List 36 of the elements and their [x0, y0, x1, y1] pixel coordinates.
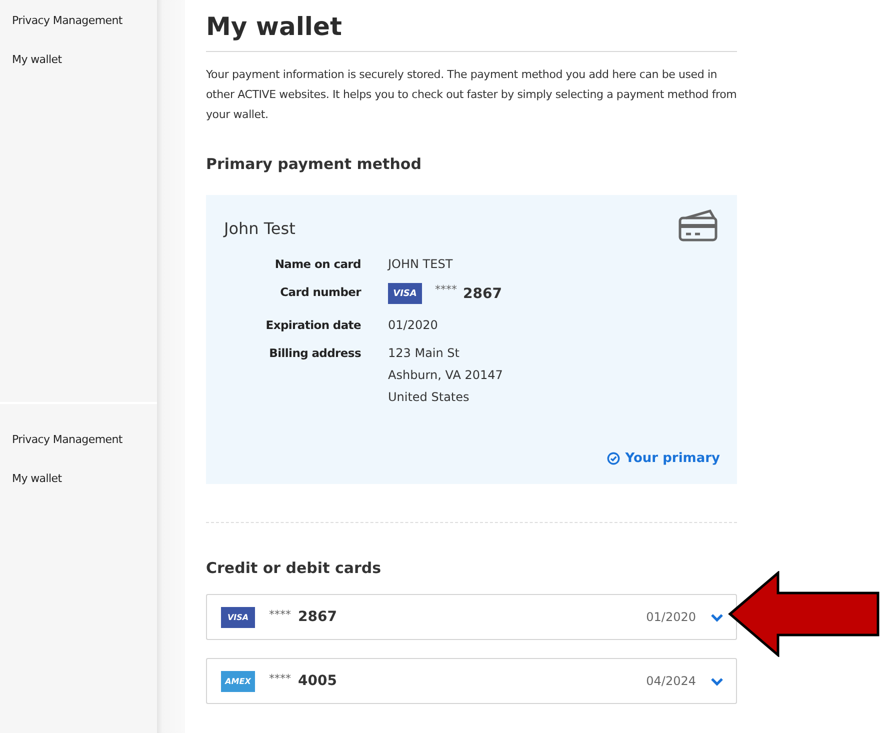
card-last-digits: 2867 — [463, 286, 502, 302]
intro-text: Your payment information is securely stored. The payment method you add here can be used in other ACTIVE websites. It helps you to check out faster by simply selecting a payment method from your wallet. — [206, 67, 737, 123]
field-value: 01/2020 — [388, 318, 438, 332]
field-value: United States — [388, 390, 470, 404]
card-brand-logo: VISA — [221, 606, 255, 628]
sidebar-item[interactable]: Privacy Management — [12, 14, 157, 27]
card-list-item[interactable]: VISA **** 2867 01/2020 — [206, 594, 737, 640]
chevron-down-icon[interactable] — [710, 612, 724, 622]
field-label: Card number — [279, 285, 361, 301]
masked-digits: **** — [269, 672, 291, 684]
field-value: Ashburn, VA 20147 — [388, 368, 503, 382]
sidebar-item[interactable]: My wallet — [12, 472, 157, 485]
section-heading: Primary payment method — [206, 155, 422, 173]
card-brand-logo: VISA — [388, 283, 422, 304]
card-list-item[interactable]: AMEX **** 4005 04/2024 — [206, 658, 737, 704]
chevron-down-icon[interactable] — [710, 676, 724, 686]
field-label: Name on card — [274, 257, 361, 271]
check-circle-icon — [607, 452, 620, 465]
sidebar-item[interactable]: My wallet — [12, 53, 157, 66]
card-last-digits: 4005 — [298, 673, 337, 689]
primary-status: Your primary — [625, 451, 720, 466]
credit-card-icon — [678, 209, 720, 243]
field-label: Expiration date — [264, 318, 361, 332]
masked-digits: **** — [435, 283, 457, 296]
cardholder-name: John Test — [224, 219, 296, 238]
field-value: 123 Main St — [388, 346, 461, 360]
card-brand-logo: AMEX — [221, 670, 255, 692]
card-expiry: 04/2024 — [646, 674, 696, 688]
card-last-digits: 2867 — [298, 609, 337, 625]
card-expiry: 01/2020 — [646, 610, 696, 624]
field-value: JOHN TEST — [388, 257, 453, 271]
sidebar-item[interactable]: Privacy Management — [12, 433, 157, 446]
section-heading: Credit or debit cards — [206, 559, 382, 577]
field-label: Billing address — [268, 346, 361, 362]
masked-digits: **** — [269, 608, 291, 620]
page-title: My wallet — [206, 12, 343, 41]
